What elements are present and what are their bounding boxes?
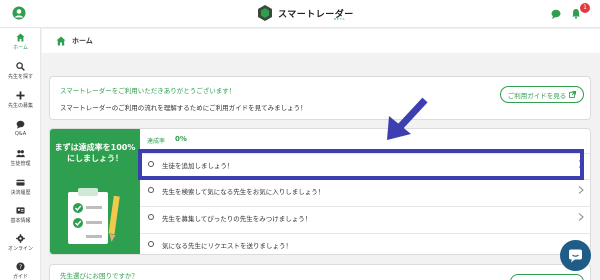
task-banner: まずは達成率を100%にしましょう！ bbox=[50, 129, 140, 254]
support-chat-button[interactable] bbox=[560, 240, 591, 271]
view-guide-button[interactable]: ご利用ガイドを見る bbox=[500, 86, 584, 103]
status-circle-icon bbox=[148, 187, 154, 193]
chat-bubble-icon bbox=[16, 120, 25, 129]
sidebar-item-students[interactable]: 生徒管理 bbox=[0, 149, 41, 167]
sidebar-item-label: 先生の募集 bbox=[7, 103, 33, 109]
sidebar-item-online[interactable]: オンライン bbox=[0, 234, 41, 252]
sidebar-item-label: 先生を探す bbox=[7, 74, 33, 80]
highlight-box bbox=[138, 149, 584, 180]
sidebar-item-label: ホーム bbox=[13, 45, 28, 51]
home-icon bbox=[16, 33, 25, 42]
card-icon bbox=[16, 179, 25, 186]
messages-icon[interactable] bbox=[551, 9, 561, 19]
pointer-arrow-icon bbox=[387, 97, 428, 140]
task-row-label: 先生を検索して気になる先生をお気に入りしましょう！ bbox=[162, 188, 325, 196]
help-card-button[interactable] bbox=[510, 274, 584, 280]
sidebar: ホーム 先生を探す 先生の募集 Q&A 生徒管理 決済履歴 基本情報 オンライン… bbox=[0, 28, 41, 280]
progress-value: 0% bbox=[175, 135, 187, 143]
people-icon bbox=[16, 150, 25, 158]
sidebar-item-label: オンライン bbox=[7, 246, 33, 252]
sidebar-item-recruit[interactable]: 先生の募集 bbox=[0, 91, 41, 109]
task-row[interactable]: 先生を募集してぴったりの先生をみつけましょう！ bbox=[140, 206, 590, 227]
sidebar-item-label: 基本情報 bbox=[10, 218, 31, 224]
sidebar-item-label: 生徒管理 bbox=[10, 161, 31, 167]
logo-beta-label: BETA bbox=[334, 17, 346, 21]
task-row[interactable]: 先生を検索して気になる先生をお気に入りしましょう！ bbox=[140, 179, 590, 200]
home-icon[interactable] bbox=[56, 36, 66, 46]
chat-icon bbox=[569, 249, 582, 263]
external-link-icon bbox=[569, 91, 577, 98]
task-row[interactable]: 気になる先生にリクエストを送りましょう！ bbox=[140, 233, 590, 254]
welcome-card: スマートレーダーをご利用いただきありがとうございます！ スマートレーダーのご利用… bbox=[49, 76, 591, 120]
user-account-icon[interactable] bbox=[12, 6, 26, 20]
app-logo[interactable]: スマートレーダー BETA bbox=[256, 4, 354, 22]
status-circle-icon bbox=[148, 241, 154, 247]
welcome-title: スマートレーダーをご利用いただきありがとうございます！ bbox=[60, 87, 236, 95]
onboarding-task-card: まずは達成率を100%にしましょう！ 達成率 0% 生徒を追加しましょう！ 先生… bbox=[49, 128, 591, 255]
breadcrumb-label: ホーム bbox=[72, 37, 93, 45]
sidebar-item-guide[interactable]: ? ガイド bbox=[0, 262, 41, 280]
task-heading: まずは達成率を100%にしましょう！ bbox=[54, 143, 136, 163]
gear-icon bbox=[16, 234, 25, 243]
top-bar: スマートレーダー BETA 1 bbox=[0, 0, 600, 28]
status-circle-icon bbox=[148, 214, 154, 220]
svg-text:?: ? bbox=[19, 264, 22, 271]
search-icon bbox=[16, 62, 25, 71]
sidebar-item-payments[interactable]: 決済履歴 bbox=[0, 178, 41, 196]
task-row-label: 先生を募集してぴったりの先生をみつけましょう！ bbox=[162, 215, 312, 223]
guide-button-label: ご利用ガイドを見る bbox=[507, 91, 567, 100]
welcome-subtitle: スマートレーダーのご利用の流れを理解するためにご利用ガイドを見てみましょう！ bbox=[60, 104, 307, 112]
sidebar-item-find-teacher[interactable]: 先生を探す bbox=[0, 62, 41, 80]
logo-mark-icon bbox=[258, 5, 272, 21]
sidebar-item-label: Q&A bbox=[14, 131, 27, 137]
sidebar-item-label: ガイド bbox=[12, 274, 28, 280]
breadcrumb: ホーム bbox=[42, 29, 600, 53]
chevron-right-icon bbox=[578, 213, 584, 221]
help-card: 先生選びにお困りですか？ bbox=[49, 264, 591, 280]
sidebar-item-qa[interactable]: Q&A bbox=[0, 120, 41, 137]
progress-label: 達成率 bbox=[147, 138, 166, 145]
id-card-icon bbox=[16, 207, 25, 214]
checklist-illustration-icon bbox=[68, 188, 120, 244]
help-icon: ? bbox=[16, 262, 25, 271]
plus-icon bbox=[16, 91, 25, 100]
notification-badge: 1 bbox=[580, 3, 590, 13]
sidebar-item-profile[interactable]: 基本情報 bbox=[0, 206, 41, 224]
sidebar-item-label: 決済履歴 bbox=[10, 190, 31, 196]
chevron-right-icon bbox=[578, 186, 584, 194]
task-row-label: 気になる先生にリクエストを送りましょう！ bbox=[162, 242, 292, 250]
help-card-title: 先生選びにお困りですか？ bbox=[60, 272, 138, 280]
sidebar-item-home[interactable]: ホーム bbox=[0, 33, 41, 51]
